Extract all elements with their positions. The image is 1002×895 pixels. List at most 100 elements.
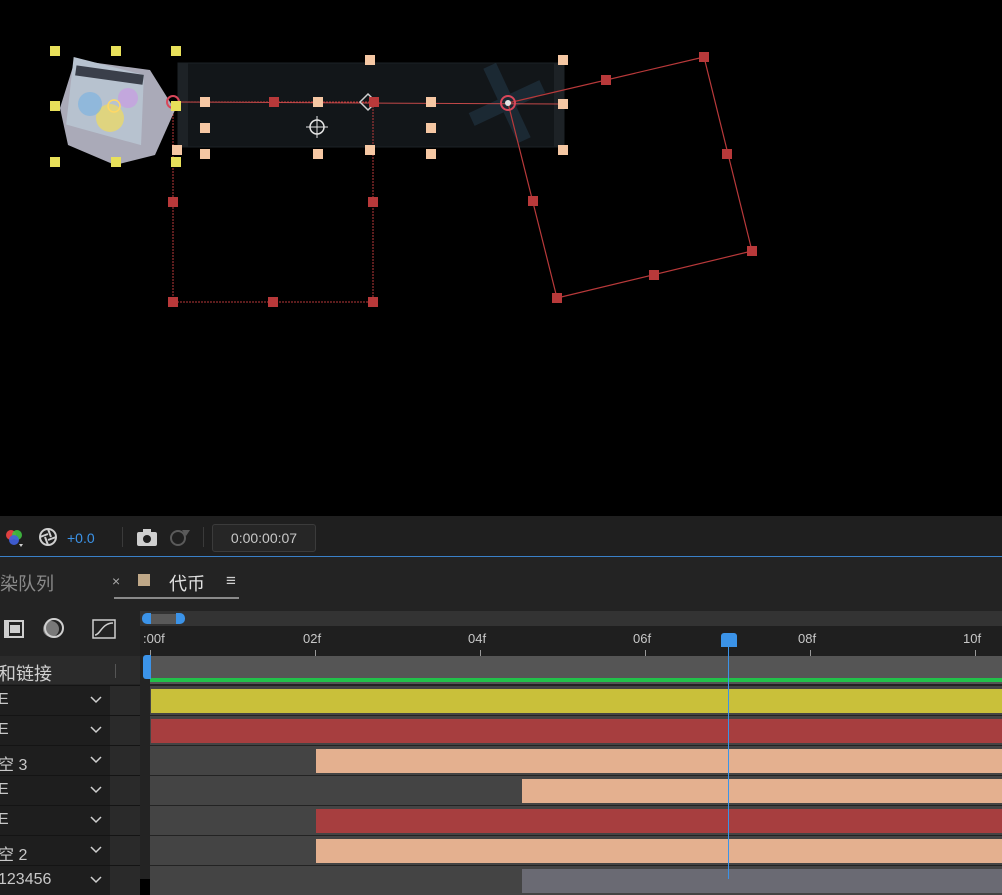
path-vertex[interactable] [699, 52, 709, 62]
layer-duration-bar[interactable] [151, 689, 1002, 713]
time-ruler[interactable]: :00f 02f 04f 06f 08f 10f [140, 626, 1002, 656]
parent-dropdown-chevron-icon[interactable] [90, 784, 102, 796]
layer-duration-bar[interactable] [316, 809, 1002, 833]
path-vertex[interactable] [269, 97, 279, 107]
bounds-handle[interactable] [558, 55, 568, 65]
render-queue-tab[interactable]: 染队列 [0, 570, 54, 596]
layer-row[interactable]: 空 3 [0, 745, 140, 775]
bounds-handle[interactable] [200, 97, 210, 107]
path-vertex[interactable] [168, 197, 178, 207]
path-vertex[interactable] [368, 197, 378, 207]
bounds-handle[interactable] [200, 149, 210, 159]
bounds-handle[interactable] [172, 145, 182, 155]
layer-duration-bar[interactable] [522, 869, 1002, 893]
ruler-label: 04f [468, 631, 487, 646]
transform-handle[interactable] [50, 46, 60, 56]
path-vertex[interactable] [747, 246, 757, 256]
parent-dropdown-chevron-icon[interactable] [90, 694, 102, 706]
layer-track[interactable] [150, 686, 1002, 715]
panel-tab-bar: 染队列 × 代币 ≡ [0, 557, 1002, 611]
composition-viewer[interactable] [0, 0, 1002, 516]
layer-row[interactable]: E [0, 805, 140, 835]
current-time-display[interactable]: 0:00:00:07 [212, 524, 316, 552]
transform-handle[interactable] [50, 157, 60, 167]
path-vertex[interactable] [368, 297, 378, 307]
parent-dropdown-chevron-icon[interactable] [90, 844, 102, 856]
layer-row[interactable]: E [0, 685, 140, 715]
exposure-value[interactable]: +0.0 [67, 530, 95, 546]
bounds-handle[interactable] [426, 123, 436, 133]
close-tab-icon[interactable]: × [112, 573, 120, 589]
layer-track[interactable] [150, 866, 1002, 895]
path-vertex[interactable] [369, 97, 379, 107]
path-vertex[interactable] [722, 149, 732, 159]
parent-dropdown-chevron-icon[interactable] [90, 874, 102, 886]
work-area-start-handle[interactable] [143, 655, 151, 679]
channel-rgb-icon[interactable] [3, 526, 27, 548]
layer-duration-bar[interactable] [151, 719, 1002, 743]
path-vertex[interactable] [528, 196, 538, 206]
bounds-handle[interactable] [365, 145, 375, 155]
holographic-token-image [60, 56, 175, 165]
graph-editor-icon[interactable] [90, 615, 118, 641]
bounds-handle[interactable] [558, 99, 568, 109]
transform-handle[interactable] [111, 157, 121, 167]
layer-row[interactable]: E [0, 715, 140, 745]
anchor-dot [505, 100, 511, 106]
navigator-start-handle[interactable] [142, 613, 151, 624]
layer-name: 空 3 [0, 757, 28, 774]
path-vertex[interactable] [552, 293, 562, 303]
layer-track[interactable] [150, 716, 1002, 745]
motion-blur-icon[interactable] [40, 615, 66, 641]
show-snapshot-icon[interactable] [168, 526, 192, 548]
work-area-bar[interactable] [150, 656, 1002, 684]
layer-header: 和链接 [0, 656, 140, 684]
time-navigator[interactable] [140, 611, 1002, 626]
separator [203, 527, 204, 547]
transform-handle[interactable] [171, 157, 181, 167]
bounds-handle[interactable] [365, 55, 375, 65]
layer-duration-bar[interactable] [316, 749, 1002, 773]
parent-dropdown-chevron-icon[interactable] [90, 814, 102, 826]
timeline-panel[interactable]: :00f 02f 04f 06f 08f 10f [140, 611, 1002, 895]
parent-dropdown-chevron-icon[interactable] [90, 724, 102, 736]
layer-track[interactable] [150, 776, 1002, 805]
transform-handle[interactable] [50, 101, 60, 111]
layer-track[interactable] [150, 746, 1002, 775]
layer-duration-bar[interactable] [522, 779, 1002, 803]
layer-track[interactable] [150, 836, 1002, 865]
bounds-handle[interactable] [200, 123, 210, 133]
layer-row[interactable]: 123456 [0, 865, 140, 895]
path-vertex[interactable] [649, 270, 659, 280]
navigator-end-handle[interactable] [176, 613, 185, 624]
bounds-handle[interactable] [313, 97, 323, 107]
bounds-handle[interactable] [313, 149, 323, 159]
panel-menu-icon[interactable]: ≡ [226, 571, 236, 591]
playhead-line[interactable] [727, 645, 729, 879]
transform-handle[interactable] [171, 46, 181, 56]
viewer-canvas[interactable] [0, 0, 1002, 516]
path-vertex[interactable] [601, 75, 611, 85]
exposure-icon[interactable] [37, 526, 59, 548]
transform-handle[interactable] [111, 46, 121, 56]
bounds-handle[interactable] [558, 145, 568, 155]
comp-color-swatch [138, 574, 150, 586]
layer-name: E [0, 811, 9, 828]
path-vertex[interactable] [168, 297, 178, 307]
separator [122, 527, 123, 547]
layer-row[interactable]: 空 2 [0, 835, 140, 865]
snapshot-camera-icon[interactable] [135, 526, 159, 548]
playhead-handle[interactable] [720, 633, 737, 647]
transform-handle[interactable] [171, 101, 181, 111]
layer-row[interactable]: E [0, 775, 140, 805]
bounds-handle[interactable] [426, 149, 436, 159]
layer-track[interactable] [150, 806, 1002, 835]
comp-tab-title[interactable]: 代币 [169, 570, 205, 596]
parent-dropdown-chevron-icon[interactable] [90, 754, 102, 766]
path-vertex[interactable] [268, 297, 278, 307]
layer-cell [110, 776, 140, 805]
film-strip-icon[interactable] [2, 615, 26, 641]
layer-duration-bar[interactable] [316, 839, 1002, 863]
bounds-handle[interactable] [426, 97, 436, 107]
parent-link-header[interactable]: 和链接 [0, 660, 52, 686]
